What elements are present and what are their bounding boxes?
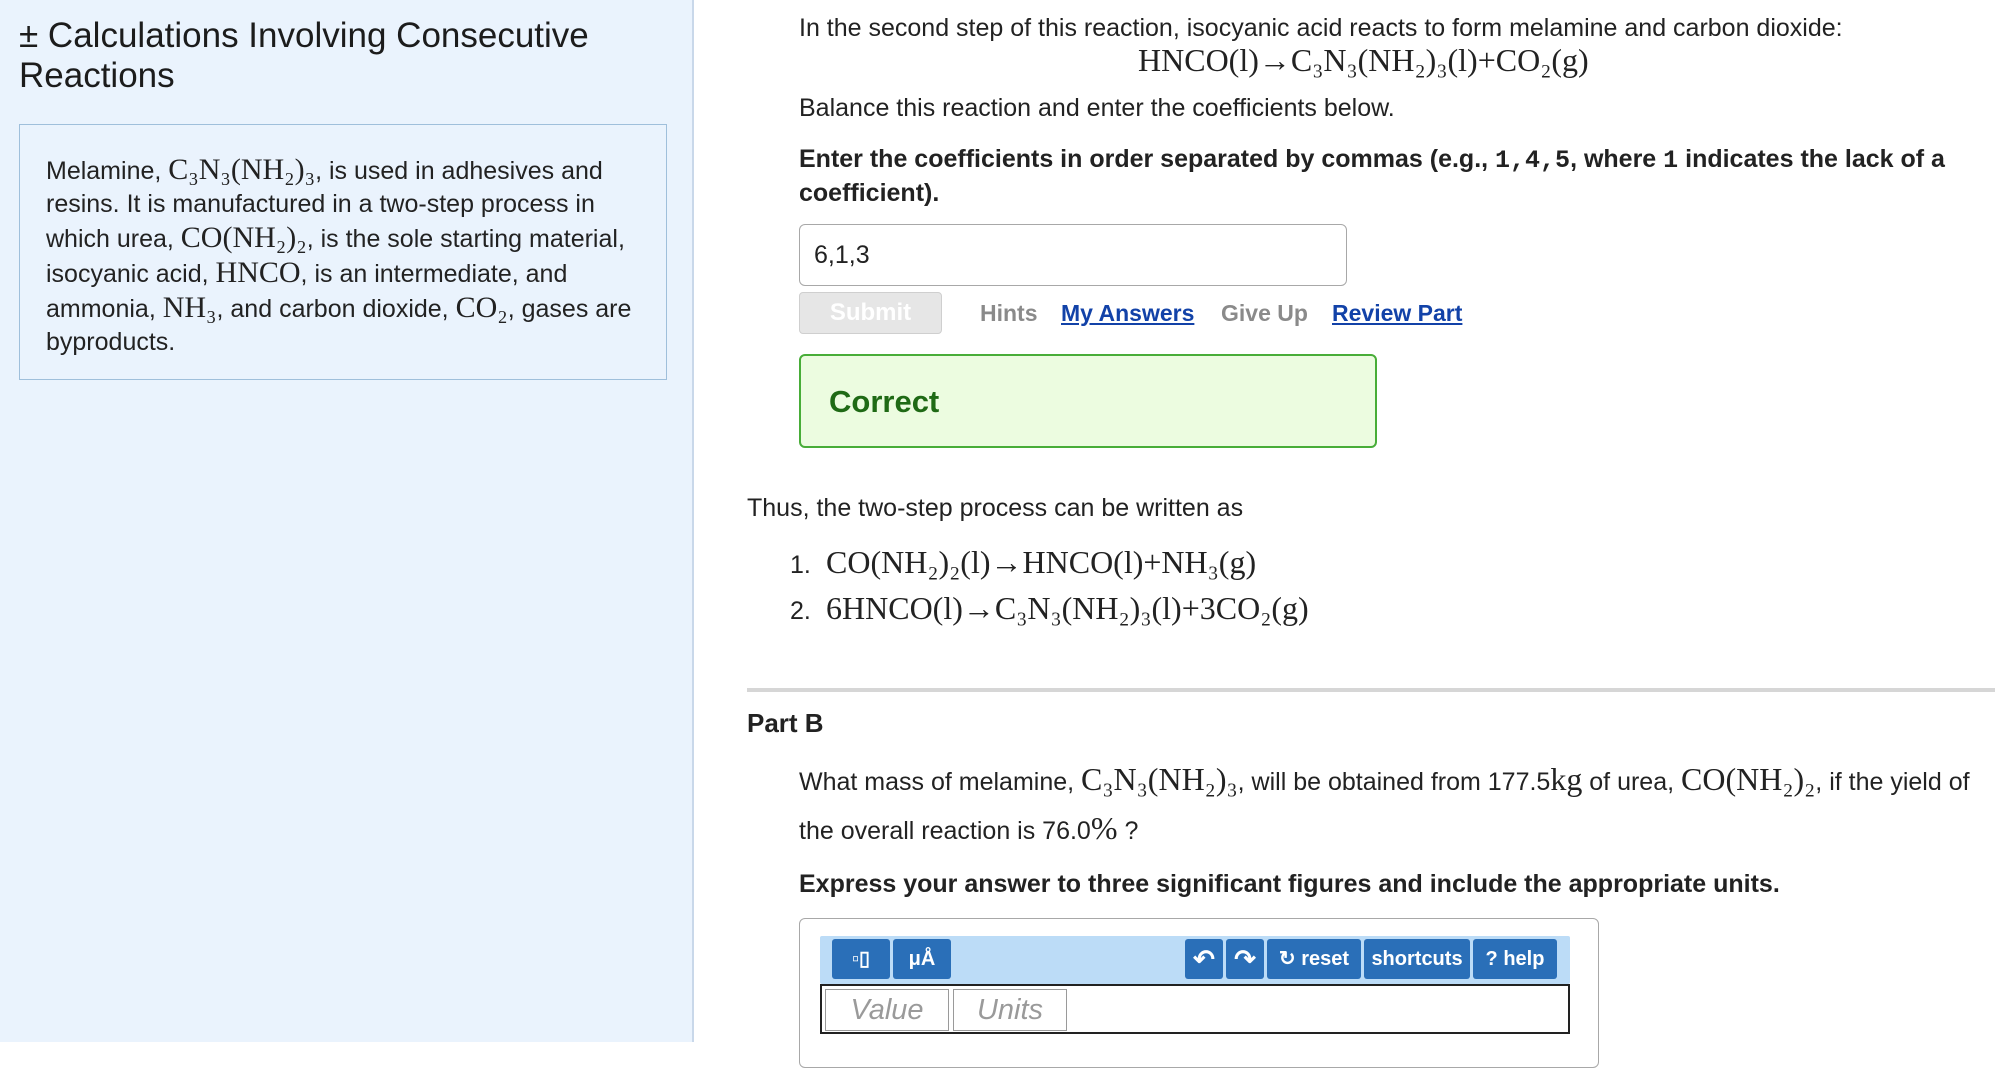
review-part-link[interactable]: Review Part <box>1332 300 1462 327</box>
entry-instruction-2: , where <box>1570 145 1664 173</box>
redo-icon[interactable]: ↷ <box>1226 939 1264 979</box>
step-number: 2. <box>790 597 811 625</box>
formula-melamine: C₃N₃(NH₂)₃ <box>1081 761 1238 797</box>
part-b-heading: Part B <box>747 708 824 738</box>
give-up-link[interactable]: Give Up <box>1221 300 1308 327</box>
page-title: ± Calculations Involving Consecutive Rea… <box>19 16 589 95</box>
part-b-question: What mass of melamine, C₃N₃(NH₂)₃, will … <box>799 756 1999 854</box>
question-text-1: What mass of melamine, <box>799 768 1082 796</box>
value-input[interactable]: Value <box>825 989 949 1031</box>
units-input[interactable]: Units <box>953 989 1067 1031</box>
undo-icon[interactable]: ↶ <box>1185 939 1223 979</box>
feedback-box: Correct <box>799 354 1377 448</box>
example-code: 1,4,5 <box>1495 146 1571 175</box>
step-2: 2. 6HNCO(l)→C₃N₃(NH₂)₃(l)+3CO₂(g) <box>790 590 1309 636</box>
formula-co2: CO₂ <box>455 291 508 324</box>
section-divider <box>747 688 1995 692</box>
summary-lead: Thus, the two-step process can be writte… <box>747 494 1244 522</box>
intro-text-5: , and carbon dioxide, <box>216 295 456 323</box>
formula-ammonia: NH₃ <box>162 291 217 324</box>
formula-urea: CO(NH₂)₂ <box>1681 761 1816 797</box>
hints-link[interactable]: Hints <box>980 300 1038 327</box>
example-code-one: 1 <box>1663 146 1679 175</box>
my-answers-link[interactable]: My Answers <box>1061 300 1194 327</box>
unit-kg: kg <box>1550 761 1583 797</box>
templates-icon[interactable]: ▫▯ <box>832 939 890 979</box>
step-number: 1. <box>790 551 811 579</box>
question-text-2: , will be obtained from 177.5 <box>1237 768 1551 796</box>
part-b-instruction: Express your answer to three significant… <box>799 870 1780 898</box>
answer-input[interactable] <box>799 224 1347 286</box>
sidebar: ± Calculations Involving Consecutive Rea… <box>0 0 694 1042</box>
intro-text-1: Melamine, <box>46 157 169 185</box>
help-button[interactable]: ? help <box>1473 939 1557 979</box>
step-equation: 6HNCO(l)→C₃N₃(NH₂)₃(l)+3CO₂(g) <box>826 590 1309 626</box>
formula-melamine: C₃N₃(NH₂)₃ <box>168 153 316 186</box>
formula-hnco: HNCO <box>215 256 301 289</box>
question-text-5: ? <box>1117 817 1139 845</box>
math-toolbar: ▫▯ μÅ ↶ ↷ ↻ reset shortcuts ? help <box>820 936 1570 984</box>
question-text-3: of urea, <box>1582 768 1681 796</box>
balance-instruction: Balance this reaction and enter the coef… <box>799 94 1395 122</box>
reset-button[interactable]: ↻ reset <box>1267 939 1361 979</box>
step-equation: CO(NH₂)₂(l)→HNCO(l)+NH₃(g) <box>826 544 1257 580</box>
feedback-correct: Correct <box>829 384 940 419</box>
part-a-reaction: HNCO(l)→C₃N₃(NH₂)₃(l)+CO₂(g) <box>1138 42 1589 78</box>
formula-urea: CO(NH₂)₂ <box>180 221 307 254</box>
entry-instruction: Enter the coefficients in order separate… <box>799 143 1999 209</box>
answer-entry-row: Value Units <box>820 984 1570 1034</box>
step-1: 1. CO(NH₂)₂(l)→HNCO(l)+NH₃(g) <box>790 544 1309 590</box>
submit-button[interactable]: Submit <box>799 292 942 334</box>
intro-text: Melamine, C₃N₃(NH₂)₃, is used in adhesiv… <box>19 124 667 380</box>
percent-sign: % <box>1090 810 1118 846</box>
units-icon[interactable]: μÅ <box>893 939 951 979</box>
reaction-steps: 1. CO(NH₂)₂(l)→HNCO(l)+NH₃(g) 2. 6HNCO(l)→… <box>790 544 1309 636</box>
part-a-prompt: In the second step of this reaction, iso… <box>799 14 1843 42</box>
shortcuts-button[interactable]: shortcuts <box>1364 939 1470 979</box>
entry-instruction-1: Enter the coefficients in order separate… <box>799 145 1496 173</box>
